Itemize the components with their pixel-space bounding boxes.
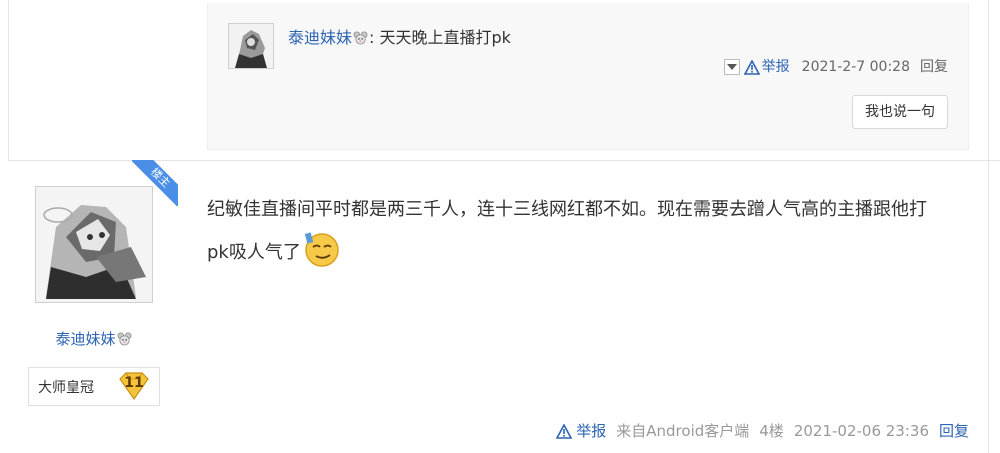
reply-time: 2021-2-7 00:28	[801, 59, 910, 75]
post-text-line1: 纪敏佳直播间平时都是两三千人，连十三线网红都不如。现在需要去蹭人气高的主播跟他打	[207, 199, 927, 220]
post-left-border	[8, 0, 9, 160]
reply-username[interactable]: 泰迪妹妹	[288, 28, 352, 47]
owner-ribbon: 楼主	[132, 160, 178, 206]
reply-separator: :	[369, 28, 380, 47]
chevron-down-icon	[726, 64, 737, 70]
owner-ribbon-label: 楼主	[132, 160, 178, 206]
warning-icon	[556, 423, 573, 439]
reply-meta: 举报 2021-2-7 00:28 回复	[723, 57, 948, 77]
dropdown-toggle[interactable]	[723, 59, 740, 75]
say-something-button[interactable]: 我也说一句	[852, 95, 948, 129]
sub-reply-panel: 泰迪妹妹: 天天晚上直播打pk 举报 2021-2-7 00:28 回复 我也说…	[207, 3, 969, 150]
post-text-line2: pk吸人气了	[207, 242, 301, 263]
level-badge: 11	[118, 371, 150, 401]
mouse-icon	[353, 31, 368, 45]
post-content: 纪敏佳直播间平时都是两三千人，连十三线网红都不如。现在需要去蹭人气高的主播跟他打…	[207, 190, 967, 273]
level-box[interactable]: 大师皇冠 11	[28, 367, 160, 406]
post-right-border	[988, 0, 989, 453]
floor-number: 4楼	[759, 422, 784, 440]
author-name[interactable]: 泰迪妹妹	[55, 330, 115, 348]
post-reply-link[interactable]: 回复	[939, 421, 969, 441]
mouse-icon	[117, 332, 131, 346]
reply-message: 天天晚上直播打pk	[379, 28, 511, 47]
post-source: 来自Android客户端	[616, 422, 750, 440]
reply-report-link[interactable]: 举报	[743, 57, 790, 77]
author-name-row: 泰迪妹妹	[0, 328, 188, 349]
reply-text-line: 泰迪妹妹: 天天晚上直播打pk	[288, 27, 511, 49]
level-number: 11	[124, 375, 144, 391]
post-report-label: 举报	[576, 422, 607, 440]
reply-report-label: 举报	[761, 59, 790, 75]
reply-reply-link[interactable]: 回复	[920, 57, 948, 77]
level-title: 大师皇冠	[38, 379, 94, 396]
warning-icon	[743, 59, 760, 75]
smug-emoji-icon	[304, 232, 339, 267]
post-time: 2021-02-06 23:36	[793, 422, 929, 440]
post-meta: 举报 来自Android客户端 4楼 2021-02-06 23:36 回复	[556, 421, 969, 441]
reply-avatar[interactable]	[228, 23, 274, 69]
post-report-link[interactable]: 举报	[556, 421, 606, 441]
